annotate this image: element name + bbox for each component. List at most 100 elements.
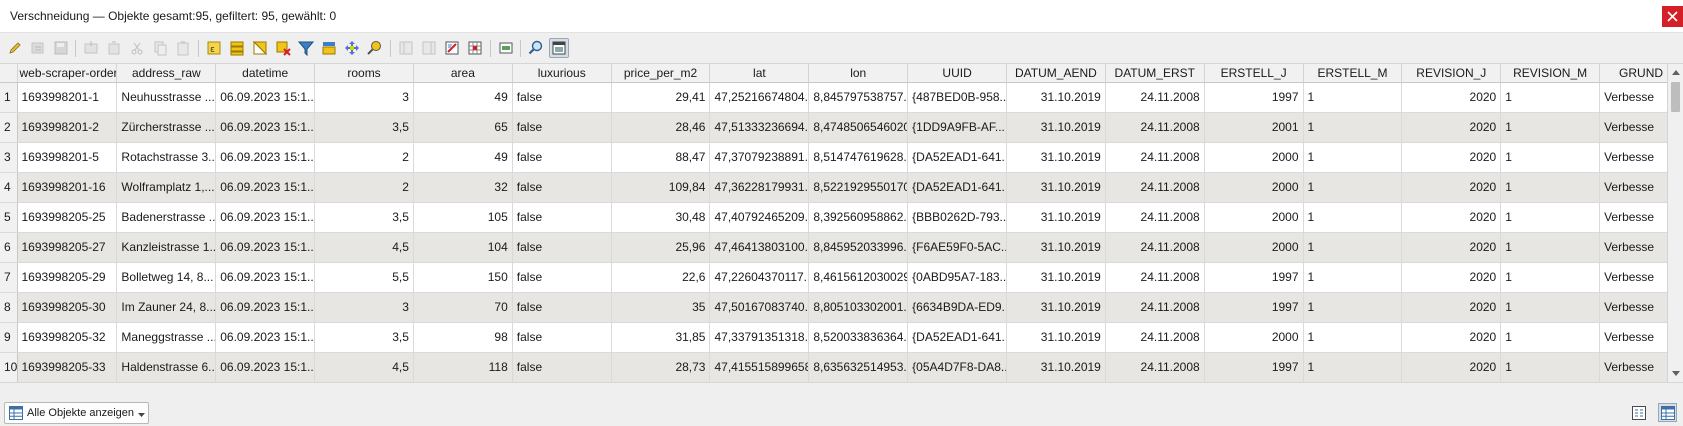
table-cell[interactable]: false [512, 322, 612, 353]
table-cell[interactable]: 8,392560958862... [808, 202, 909, 233]
column-header[interactable]: DATUM_ERST [1105, 64, 1205, 83]
table-cell[interactable]: 31,85 [611, 322, 711, 353]
select-all-button[interactable] [227, 38, 247, 58]
table-cell[interactable]: 06.09.2023 15:1... [215, 142, 316, 173]
table-cell[interactable]: 2020 [1401, 292, 1502, 323]
table-cell[interactable]: 2020 [1401, 322, 1502, 353]
table-cell[interactable]: 1 [1303, 142, 1403, 173]
table-cell[interactable]: 1997 [1204, 82, 1304, 113]
table-cell[interactable]: 31.10.2019 [1006, 142, 1106, 173]
table-cell[interactable]: Wolframplatz 1,... [116, 172, 217, 203]
table-cell[interactable]: 06.09.2023 15:1... [215, 322, 316, 353]
table-cell[interactable]: 32 [413, 172, 513, 203]
table-row[interactable]: 9 1693998205-32 Maneggstrasse ... 06.09.202… [0, 322, 1667, 353]
table-cell[interactable]: 49 [413, 142, 513, 173]
table-cell[interactable]: Verbesse [1599, 322, 1667, 353]
table-cell[interactable]: 1 [1303, 82, 1403, 113]
table-cell[interactable]: 1 [1500, 172, 1601, 203]
table-cell[interactable]: 2020 [1401, 352, 1502, 382]
table-cell[interactable]: 2020 [1401, 262, 1502, 293]
table-cell[interactable]: 8,845797538757... [808, 82, 909, 113]
table-cell[interactable]: 31.10.2019 [1006, 322, 1106, 353]
table-cell[interactable]: 3,5 [314, 202, 414, 233]
table-cell[interactable]: Verbesse [1599, 142, 1667, 173]
table-cell[interactable]: 2000 [1204, 142, 1304, 173]
table-cell[interactable]: 105 [413, 202, 513, 233]
table-cell[interactable]: 1 [1500, 202, 1601, 233]
table-cell[interactable]: 2020 [1401, 232, 1502, 263]
table-cell[interactable]: 1 [1500, 352, 1601, 382]
table-cell[interactable]: {F6AE59F0-5AC... [907, 232, 1007, 263]
table-cell[interactable]: Zürcherstrasse ... [116, 112, 217, 143]
row-number[interactable]: 10 [0, 352, 18, 382]
table-row[interactable]: 1 1693998201-1 Neuhusstrasse ... 06.09.2023… [0, 82, 1667, 113]
table-cell[interactable]: 24.11.2008 [1105, 292, 1205, 323]
table-cell[interactable]: 2000 [1204, 322, 1304, 353]
table-cell[interactable]: Verbesse [1599, 172, 1667, 203]
table-cell[interactable]: 5,5 [314, 262, 414, 293]
table-cell[interactable]: Verbesse [1599, 202, 1667, 233]
table-cell[interactable]: false [512, 142, 612, 173]
column-header[interactable]: rooms [314, 64, 414, 83]
table-cell[interactable]: 3 [314, 82, 414, 113]
table-cell[interactable]: 1 [1303, 232, 1403, 263]
attribute-table[interactable]: web-scraper-order address_raw datetime r… [0, 64, 1667, 382]
table-cell[interactable]: 8,845952033996... [808, 232, 909, 263]
table-cell[interactable]: 24.11.2008 [1105, 352, 1205, 382]
table-cell[interactable]: 2020 [1401, 172, 1502, 203]
table-cell[interactable]: 4,5 [314, 232, 414, 263]
table-row[interactable]: 7 1693998205-29 Bolletweg 14, 8... 06.09.20… [0, 262, 1667, 293]
table-cell[interactable]: Verbesse [1599, 112, 1667, 143]
table-cell[interactable]: 1 [1303, 202, 1403, 233]
table-cell[interactable]: 2020 [1401, 142, 1502, 173]
table-cell[interactable]: 1 [1500, 292, 1601, 323]
row-number[interactable]: 1 [0, 82, 18, 113]
column-header[interactable]: datetime [215, 64, 316, 83]
row-number[interactable]: 4 [0, 172, 18, 203]
table-row[interactable]: 4 1693998201-16 Wolframplatz 1,... 06.09.20… [0, 172, 1667, 203]
table-cell[interactable]: 1 [1500, 262, 1601, 293]
table-cell[interactable]: 24.11.2008 [1105, 232, 1205, 263]
table-cell[interactable]: Verbesse [1599, 292, 1667, 323]
column-header[interactable]: REVISION_J [1401, 64, 1502, 83]
reload-table-button[interactable] [81, 38, 101, 58]
vertical-scrollbar[interactable] [1667, 64, 1683, 382]
scroll-down-button[interactable] [1668, 366, 1683, 382]
table-cell[interactable]: 24.11.2008 [1105, 262, 1205, 293]
table-cell[interactable]: 24.11.2008 [1105, 322, 1205, 353]
table-cell[interactable]: 88,47 [611, 142, 711, 173]
table-cell[interactable]: Im Zauner 24, 8... [116, 292, 217, 323]
table-cell[interactable]: 1693998205-25 [17, 202, 118, 233]
table-cell[interactable]: 35 [611, 292, 711, 323]
table-cell[interactable]: 2001 [1204, 112, 1304, 143]
table-cell[interactable]: 49 [413, 82, 513, 113]
table-cell[interactable]: Verbesse [1599, 82, 1667, 113]
table-cell[interactable]: {DA52EAD1-641... [907, 322, 1007, 353]
table-cell[interactable]: 22,6 [611, 262, 711, 293]
table-cell[interactable]: 25,96 [611, 232, 711, 263]
row-number[interactable]: 9 [0, 322, 18, 353]
table-cell[interactable]: 31.10.2019 [1006, 292, 1106, 323]
table-cell[interactable]: 1 [1500, 322, 1601, 353]
table-cell[interactable]: false [512, 172, 612, 203]
table-cell[interactable]: false [512, 202, 612, 233]
table-cell[interactable]: 4,5 [314, 352, 414, 382]
copy-selected-button[interactable] [150, 38, 170, 58]
table-cell[interactable]: 06.09.2023 15:1... [215, 172, 316, 203]
table-cell[interactable]: 47,51333236694... [709, 112, 810, 143]
table-cell[interactable]: 1693998201-1 [17, 82, 118, 113]
row-number[interactable]: 3 [0, 142, 18, 173]
table-cell[interactable]: 2000 [1204, 202, 1304, 233]
table-cell[interactable]: Maneggstrasse ... [116, 322, 217, 353]
table-cell[interactable]: 2 [314, 142, 414, 173]
field-calculator-button[interactable] [442, 38, 462, 58]
table-cell[interactable]: 06.09.2023 15:1... [215, 352, 316, 382]
table-cell[interactable]: 2020 [1401, 82, 1502, 113]
table-cell[interactable]: 24.11.2008 [1105, 202, 1205, 233]
table-cell[interactable]: Rotachstrasse 3... [116, 142, 217, 173]
invert-selection-button[interactable] [250, 38, 270, 58]
row-number[interactable]: 6 [0, 232, 18, 263]
column-header[interactable]: GRUND [1599, 64, 1667, 83]
table-cell[interactable]: 06.09.2023 15:1... [215, 202, 316, 233]
table-cell[interactable]: Verbesse [1599, 262, 1667, 293]
